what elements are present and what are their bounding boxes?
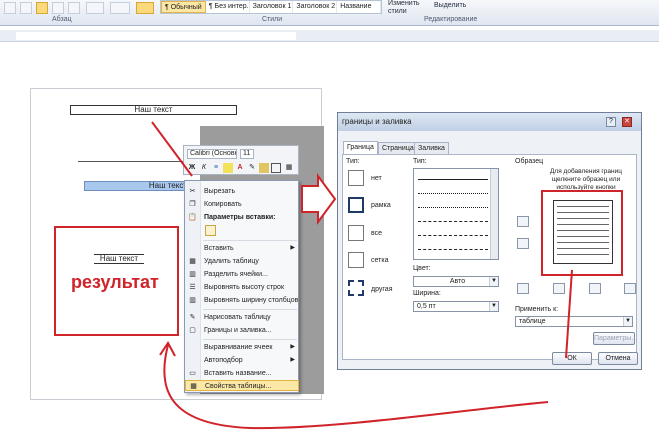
annotation-curve (163, 344, 549, 430)
annotation-line (151, 121, 193, 177)
big-arrow-icon (301, 172, 337, 226)
annotation-line (565, 269, 573, 359)
annotation-arrows (151, 121, 573, 430)
